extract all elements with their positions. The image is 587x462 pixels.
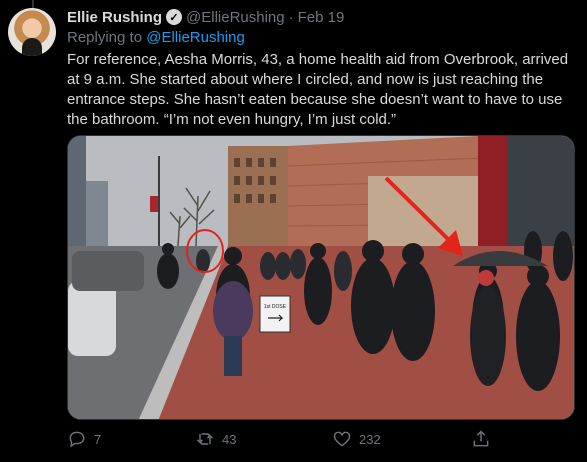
retweet-count: 43 xyxy=(222,431,237,447)
verified-badge-icon: ✓ xyxy=(166,9,183,25)
dose-sign xyxy=(259,295,291,333)
like-button[interactable]: 232 xyxy=(332,424,381,454)
retweet-button[interactable]: 43 xyxy=(195,424,236,454)
tweet-photo[interactable]: 1st DOSE xyxy=(67,135,575,420)
parked-car-white xyxy=(68,281,116,356)
person-purple-jacket xyxy=(213,281,253,341)
tweet-content: Ellie Rushing ✓ @EllieRushing · Feb 19 R… xyxy=(67,7,579,150)
retweet-icon xyxy=(196,433,214,445)
building-left xyxy=(68,136,86,246)
replying-to-label: Replying to xyxy=(67,29,147,46)
photo-scene: 1st DOSE xyxy=(68,136,574,419)
dose-sign-text: 1st DOSE xyxy=(264,304,287,310)
street-banner xyxy=(150,196,158,212)
separator-dot: · xyxy=(288,8,294,26)
tweet-date[interactable]: Feb 19 xyxy=(298,9,345,26)
like-count: 232 xyxy=(359,431,381,447)
building-far xyxy=(86,181,108,251)
concrete-panel xyxy=(368,176,488,256)
replying-to-link[interactable]: @EllieRushing xyxy=(146,29,245,46)
tweet-header: Ellie Rushing ✓ @EllieRushing · Feb 19 xyxy=(67,7,579,27)
person-jeans xyxy=(224,336,242,376)
author-name[interactable]: Ellie Rushing xyxy=(67,9,162,26)
author-avatar[interactable] xyxy=(8,8,56,56)
street-pole xyxy=(158,156,160,256)
author-handle[interactable]: @EllieRushing xyxy=(186,9,285,26)
reply-count: 7 xyxy=(94,431,102,447)
reply-icon xyxy=(69,431,85,448)
reply-button[interactable]: 7 xyxy=(67,424,101,454)
share-button[interactable] xyxy=(471,424,491,454)
heart-icon xyxy=(333,431,351,447)
person-umbrella xyxy=(470,286,506,386)
replying-to: Replying to @EllieRushing xyxy=(67,29,579,49)
tweet-actions: 7 43 232 xyxy=(67,424,497,454)
parked-car-dark xyxy=(72,251,144,291)
red-hat xyxy=(478,270,494,286)
share-icon xyxy=(473,430,489,447)
